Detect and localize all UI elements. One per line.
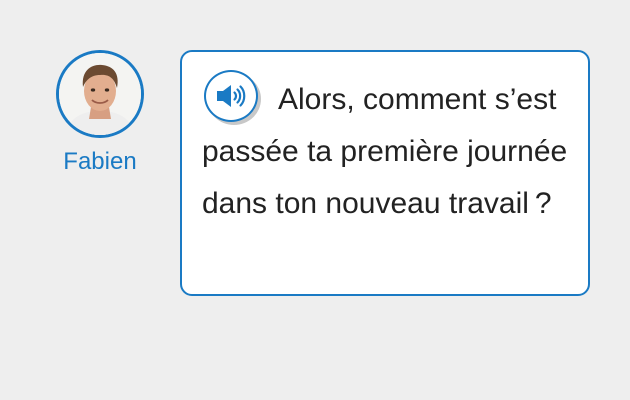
speaker-name: Fabien — [63, 148, 137, 175]
message-text: Alors, comment s’est passée ta première … — [202, 83, 568, 220]
speaker-icon — [217, 85, 246, 107]
speech-bubble: Alors, comment s’est passée ta première … — [180, 50, 590, 296]
play-audio-button[interactable] — [204, 70, 258, 122]
speaker-avatar — [56, 50, 144, 138]
avatar-portrait — [59, 53, 141, 135]
